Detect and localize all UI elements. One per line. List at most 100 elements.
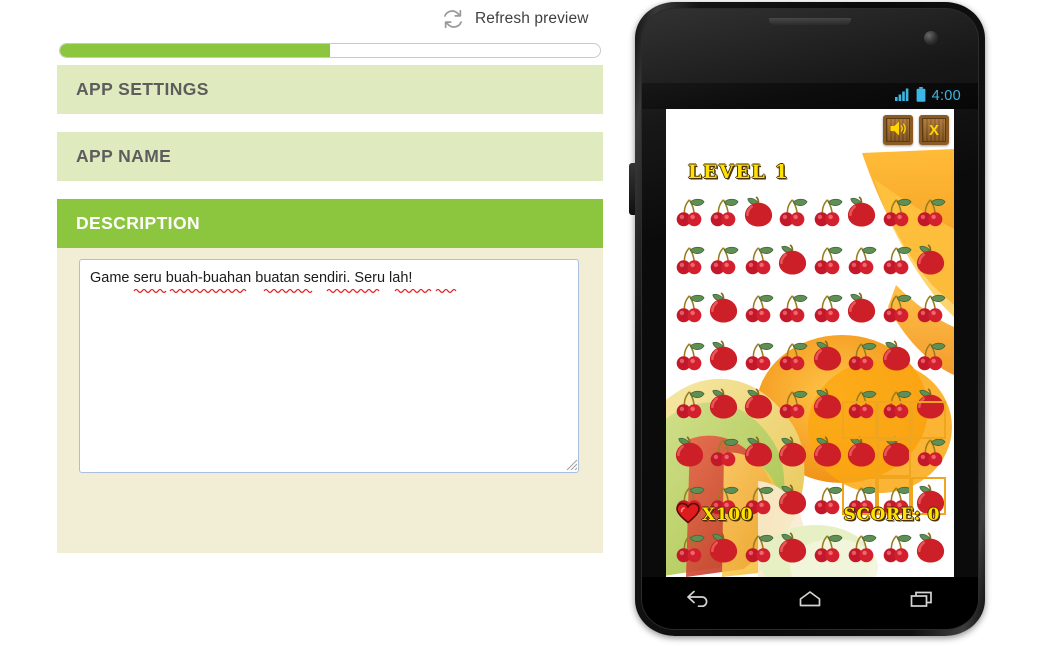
android-nav-bar (642, 577, 978, 629)
selection-cell[interactable] (911, 401, 946, 439)
game-screen[interactable]: X LEVEL 1 X100 SCORE: 0 (666, 109, 954, 577)
fruit-tile-cherry[interactable] (673, 531, 706, 564)
fruit-tile-cherry[interactable] (845, 531, 878, 564)
status-bar-clock: 4:00 (931, 88, 961, 104)
fruit-tile-apple[interactable] (811, 387, 844, 420)
fruit-tile-cherry[interactable] (880, 531, 913, 564)
selection-cell[interactable] (842, 439, 877, 477)
android-status-bar: 4:00 (642, 83, 978, 109)
fruit-tile-cherry[interactable] (914, 195, 947, 228)
fruit-tile-apple[interactable] (811, 339, 844, 372)
fruit-tile-cherry[interactable] (673, 243, 706, 276)
app-root: Refresh preview APP SETTINGS APP NAME DE… (0, 0, 1046, 647)
fruit-tile-cherry[interactable] (811, 531, 844, 564)
fruit-tile-apple[interactable] (776, 531, 809, 564)
fruit-tile-cherry[interactable] (742, 531, 775, 564)
fruit-tile-apple[interactable] (776, 243, 809, 276)
fruit-tile-cherry[interactable] (880, 243, 913, 276)
fruit-tile-cherry[interactable] (811, 291, 844, 324)
fruit-tile-cherry[interactable] (914, 339, 947, 372)
sound-button[interactable] (883, 115, 913, 145)
fruit-tile-apple[interactable] (742, 435, 775, 468)
app-builder-form-panel: Refresh preview APP SETTINGS APP NAME DE… (0, 0, 620, 647)
wizard-progress-bar (59, 43, 601, 58)
signal-bars-icon (894, 88, 910, 105)
selection-cell[interactable] (911, 439, 946, 477)
fruit-tile-apple[interactable] (742, 387, 775, 420)
section-header-description-label: DESCRIPTION (76, 213, 200, 233)
close-button[interactable]: X (919, 115, 949, 145)
selection-grid-overlay[interactable] (842, 401, 946, 515)
refresh-preview-label: Refresh preview (475, 10, 589, 27)
fruit-tile-cherry[interactable] (776, 339, 809, 372)
score-label: SCORE: 0 (843, 505, 940, 525)
recents-button[interactable] (899, 587, 945, 617)
refresh-preview-button[interactable]: Refresh preview (440, 4, 589, 34)
fruit-tile-apple[interactable] (845, 195, 878, 228)
back-icon (685, 590, 711, 615)
selection-cell[interactable] (842, 401, 877, 439)
fruit-tile-cherry[interactable] (845, 339, 878, 372)
front-camera-icon (924, 31, 938, 45)
section-header-app-name-label: APP NAME (76, 146, 172, 166)
game-hud: X100 SCORE: 0 (666, 501, 954, 529)
recents-icon (909, 590, 935, 615)
fruit-tile-cherry[interactable] (776, 387, 809, 420)
selection-cell[interactable] (876, 401, 911, 439)
fruit-tile-cherry[interactable] (673, 387, 706, 420)
fruit-tile-apple[interactable] (914, 243, 947, 276)
description-section-body: NEXT (57, 248, 603, 553)
fruit-tile-cherry[interactable] (776, 291, 809, 324)
close-icon: X (928, 121, 939, 139)
refresh-icon (440, 6, 466, 32)
fruit-tile-cherry[interactable] (880, 291, 913, 324)
description-textarea[interactable] (79, 259, 579, 473)
fruit-tile-apple[interactable] (707, 339, 740, 372)
fruit-tile-apple[interactable] (880, 339, 913, 372)
fruit-tile-cherry[interactable] (914, 291, 947, 324)
fruit-tile-apple[interactable] (742, 195, 775, 228)
fruit-tile-cherry[interactable] (776, 195, 809, 228)
fruit-tile-cherry[interactable] (742, 339, 775, 372)
fruit-tile-cherry[interactable] (673, 195, 706, 228)
section-header-description[interactable]: DESCRIPTION (57, 199, 603, 248)
fruit-tile-cherry[interactable] (707, 195, 740, 228)
fruit-tile-cherry[interactable] (707, 243, 740, 276)
phone-preview: 4:00 X LEVEL 1 X100 SCORE: 0 (627, 0, 992, 640)
fruit-tile-cherry[interactable] (742, 291, 775, 324)
fruit-tile-apple[interactable] (845, 291, 878, 324)
sound-icon (890, 121, 907, 139)
fruit-tile-apple[interactable] (707, 531, 740, 564)
fruit-tile-apple[interactable] (707, 291, 740, 324)
level-label: LEVEL 1 (688, 161, 790, 183)
fruit-tile-apple[interactable] (914, 531, 947, 564)
game-top-buttons: X (883, 115, 949, 145)
fruit-tile-cherry[interactable] (811, 243, 844, 276)
fruit-tile-apple[interactable] (707, 387, 740, 420)
fruit-tile-cherry[interactable] (811, 195, 844, 228)
section-header-app-name[interactable]: APP NAME (57, 132, 603, 181)
home-button[interactable] (787, 587, 833, 617)
fruit-tile-apple[interactable] (673, 435, 706, 468)
fruit-tile-cherry[interactable] (845, 243, 878, 276)
heart-icon (676, 502, 700, 529)
lives-label: X100 (702, 505, 754, 525)
section-header-app-settings-label: APP SETTINGS (76, 79, 209, 99)
fruit-tile-cherry[interactable] (673, 291, 706, 324)
wizard-progress-fill (60, 44, 330, 57)
battery-icon (916, 86, 926, 106)
phone-bezel: 4:00 X LEVEL 1 X100 SCORE: 0 (641, 8, 979, 630)
fruit-tile-cherry[interactable] (707, 435, 740, 468)
fruit-tile-apple[interactable] (776, 435, 809, 468)
fruit-tile-cherry[interactable] (742, 243, 775, 276)
home-icon (797, 590, 823, 615)
earpiece-speaker (769, 18, 851, 25)
fruit-tile-apple[interactable] (811, 435, 844, 468)
fruit-tile-cherry[interactable] (880, 195, 913, 228)
selection-cell[interactable] (876, 439, 911, 477)
back-button[interactable] (675, 587, 721, 617)
lives-counter: X100 (676, 502, 753, 529)
fruit-tile-cherry[interactable] (673, 339, 706, 372)
volume-rocker-button[interactable] (629, 163, 635, 215)
section-header-app-settings[interactable]: APP SETTINGS (57, 65, 603, 114)
